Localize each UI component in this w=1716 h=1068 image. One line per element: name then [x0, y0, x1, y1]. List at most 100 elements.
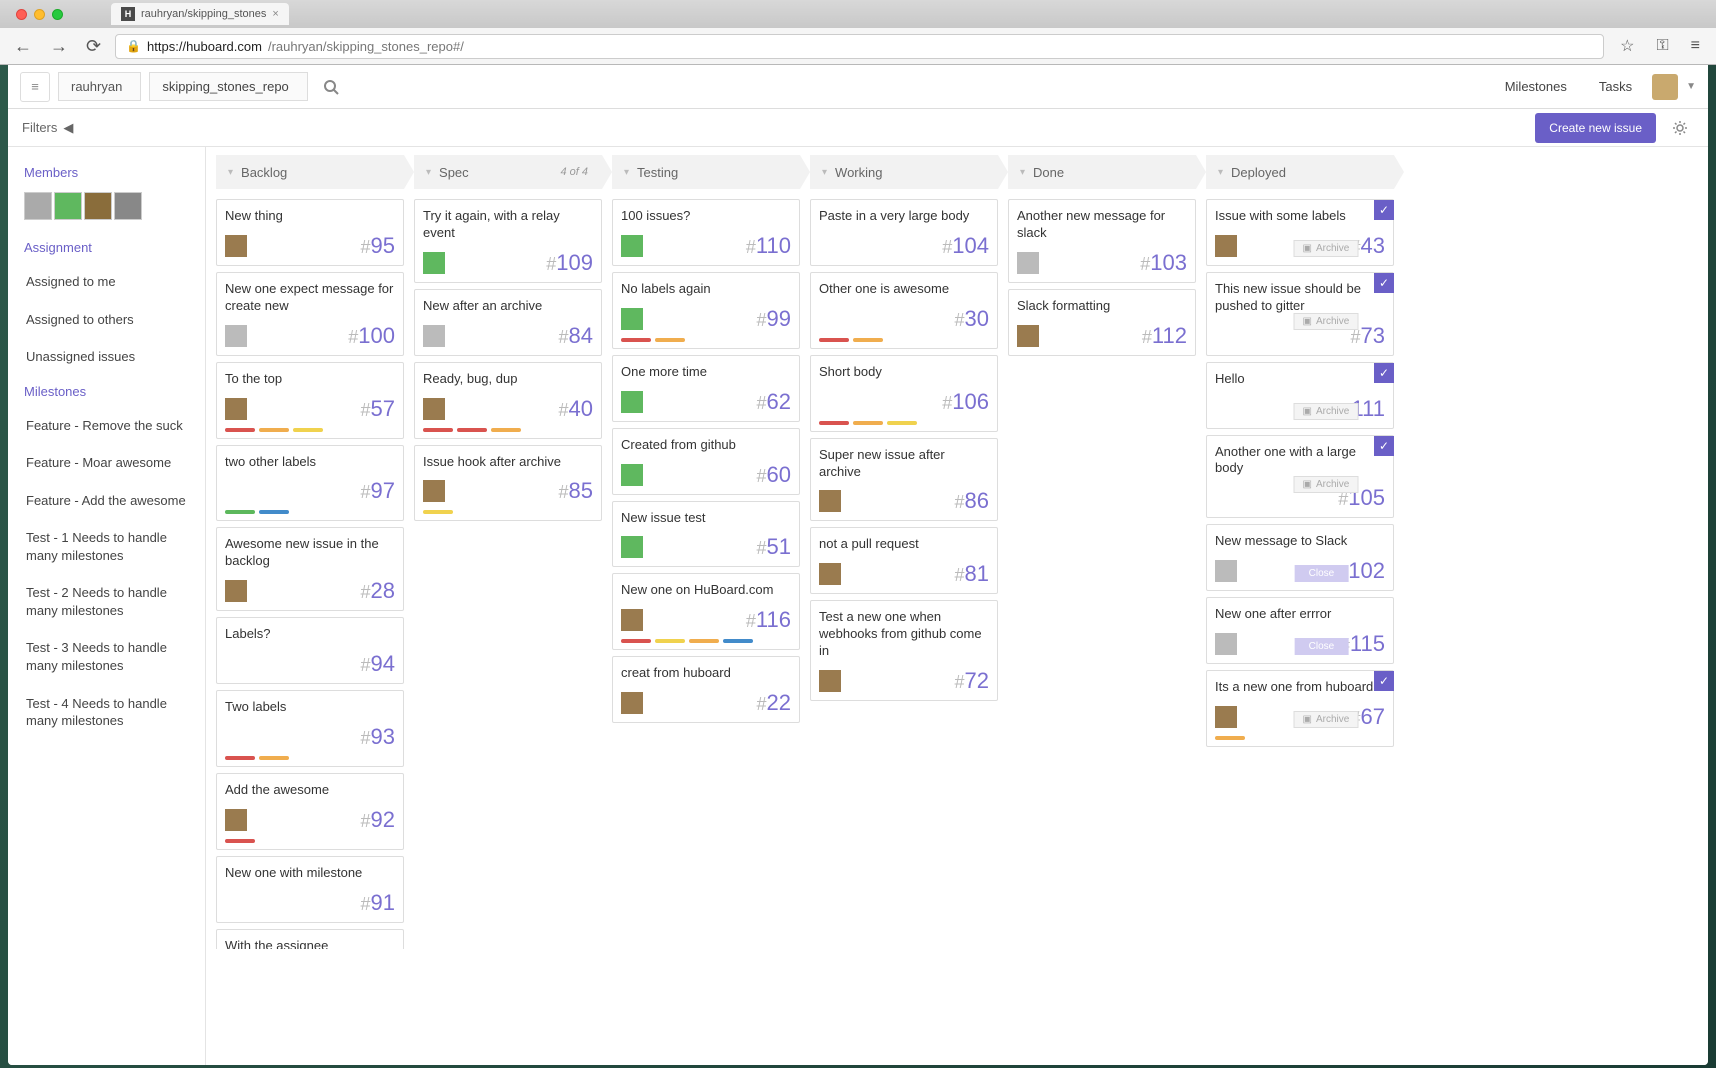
issue-card[interactable]: Labels?#94 [216, 617, 404, 684]
issue-card[interactable]: Short body#106 [810, 355, 998, 432]
issue-card[interactable]: Add the awesome#92 [216, 773, 404, 850]
maximize-window-icon[interactable] [52, 9, 63, 20]
back-button[interactable]: ← [10, 34, 36, 59]
minimize-window-icon[interactable] [34, 9, 45, 20]
menu-button[interactable]: ≡ [20, 72, 50, 102]
issue-card[interactable]: Test a new one when webhooks from github… [810, 600, 998, 701]
assignee-avatar[interactable] [423, 398, 445, 420]
forward-button[interactable]: → [46, 34, 72, 59]
issue-card[interactable]: Super new issue after archive#86 [810, 438, 998, 522]
issue-card[interactable]: Other one is awesome#30 [810, 272, 998, 349]
column-header[interactable]: ▾Testing [612, 155, 800, 189]
member-avatar[interactable] [24, 192, 52, 220]
sidebar-milestone-item[interactable]: Test - 3 Needs to handle many milestones [8, 629, 205, 684]
issue-card[interactable]: not a pull request#81 [810, 527, 998, 594]
sidebar-assignment-item[interactable]: Assigned to others [8, 301, 205, 339]
assignee-avatar[interactable] [819, 670, 841, 692]
extension-icon[interactable]: ⚿ [1650, 35, 1674, 57]
assignee-avatar[interactable] [225, 809, 247, 831]
assignee-avatar[interactable] [423, 325, 445, 347]
archive-button[interactable]: ▣Archive [1294, 240, 1359, 257]
reload-button[interactable]: ⟳ [82, 34, 105, 59]
issue-card[interactable]: Two labels#93 [216, 690, 404, 767]
sidebar-assignment-item[interactable]: Assigned to me [8, 263, 205, 301]
archive-button[interactable]: ▣Archive [1294, 403, 1359, 420]
issue-card[interactable]: creat from huboard#22 [612, 656, 800, 723]
archive-button[interactable]: ▣Archive [1294, 476, 1359, 493]
issue-card[interactable]: Another new message for slack#103 [1008, 199, 1196, 283]
assignee-avatar[interactable] [621, 235, 643, 257]
archive-button[interactable]: ▣Archive [1294, 313, 1359, 330]
issue-card[interactable]: Its a new one from huboard#67✓▣Archive [1206, 670, 1394, 747]
assignee-avatar[interactable] [621, 536, 643, 558]
issue-card[interactable]: To the top#57 [216, 362, 404, 439]
assignee-avatar[interactable] [225, 235, 247, 257]
column-header[interactable]: ▾Backlog [216, 155, 404, 189]
issue-card[interactable]: New after an archive#84 [414, 289, 602, 356]
settings-button[interactable] [1666, 114, 1694, 142]
issue-card[interactable]: Hello#111✓▣Archive [1206, 362, 1394, 429]
assignee-avatar[interactable] [621, 464, 643, 486]
issue-card[interactable]: Slack formatting#112 [1008, 289, 1196, 356]
create-new-issue-button[interactable]: Create new issue [1535, 113, 1656, 143]
user-menu-caret-icon[interactable]: ▼ [1686, 81, 1696, 92]
assignee-avatar[interactable] [423, 252, 445, 274]
archive-button[interactable]: ▣Archive [1294, 711, 1359, 728]
column-header[interactable]: ▾Working [810, 155, 998, 189]
assignee-avatar[interactable] [621, 692, 643, 714]
browser-menu-icon[interactable]: ≡ [1685, 35, 1706, 57]
assignee-avatar[interactable] [225, 325, 247, 347]
issue-card[interactable]: Created from github#60 [612, 428, 800, 495]
assignee-avatar[interactable] [819, 490, 841, 512]
user-avatar[interactable] [1652, 74, 1678, 100]
assignee-avatar[interactable] [1215, 560, 1237, 582]
assignee-avatar[interactable] [423, 480, 445, 502]
sidebar-milestone-item[interactable]: Test - 4 Needs to handle many milestones [8, 685, 205, 740]
breadcrumb-repo[interactable]: skipping_stones_repo [149, 72, 307, 101]
issue-card[interactable]: New message to Slack#102Close [1206, 524, 1394, 591]
issue-card[interactable]: Ready, bug, dup#40 [414, 362, 602, 439]
sidebar-milestone-item[interactable]: Feature - Remove the suck [8, 407, 205, 445]
issue-card[interactable]: Awesome new issue in the backlog#28 [216, 527, 404, 611]
issue-card[interactable]: With the assignee [216, 929, 404, 949]
issue-card[interactable]: Try it again, with a relay event#109 [414, 199, 602, 283]
assignee-avatar[interactable] [1017, 252, 1039, 274]
sidebar-milestone-item[interactable]: Test - 1 Needs to handle many milestones [8, 519, 205, 574]
close-button[interactable]: Close [1295, 638, 1349, 655]
close-button[interactable]: Close [1295, 565, 1349, 582]
member-avatar[interactable] [54, 192, 82, 220]
assignee-avatar[interactable] [1215, 633, 1237, 655]
sidebar-milestone-item[interactable]: Feature - Add the awesome [8, 482, 205, 520]
assignee-avatar[interactable] [225, 398, 247, 420]
column-header[interactable]: ▾Spec4 of 4 [414, 155, 602, 189]
url-field[interactable]: 🔒 https://huboard.com/rauhryan/skipping_… [115, 34, 1604, 59]
issue-card[interactable]: Issue hook after archive#85 [414, 445, 602, 522]
column-header[interactable]: ▾Done [1008, 155, 1196, 189]
issue-card[interactable]: This new issue should be pushed to gitte… [1206, 272, 1394, 356]
bookmark-icon[interactable]: ☆ [1614, 34, 1640, 58]
issue-card[interactable]: No labels again#99 [612, 272, 800, 349]
browser-tab[interactable]: H rauhryan/skipping_stones × [111, 3, 289, 25]
assignee-avatar[interactable] [1215, 706, 1237, 728]
member-avatar[interactable] [114, 192, 142, 220]
assignee-avatar[interactable] [819, 563, 841, 585]
issue-card[interactable]: New one with milestone#91 [216, 856, 404, 923]
sidebar-milestone-item[interactable]: Test - 2 Needs to handle many milestones [8, 574, 205, 629]
issue-card[interactable]: New thing#95 [216, 199, 404, 266]
nav-milestones[interactable]: Milestones [1493, 79, 1579, 94]
nav-tasks[interactable]: Tasks [1587, 79, 1644, 94]
assignee-avatar[interactable] [621, 609, 643, 631]
sidebar-assignment-item[interactable]: Unassigned issues [8, 338, 205, 376]
assignee-avatar[interactable] [621, 308, 643, 330]
issue-card[interactable]: New one expect message for create new#10… [216, 272, 404, 356]
issue-card[interactable]: Paste in a very large body#104 [810, 199, 998, 266]
tab-close-icon[interactable]: × [272, 8, 278, 20]
breadcrumb-owner[interactable]: rauhryan [58, 72, 141, 101]
issue-card[interactable]: New one after errror#115Close [1206, 597, 1394, 664]
issue-card[interactable]: Another one with a large body#105✓▣Archi… [1206, 435, 1394, 519]
member-avatar[interactable] [84, 192, 112, 220]
search-button[interactable] [316, 72, 346, 102]
filters-toggle[interactable]: Filters ◀ [22, 120, 73, 136]
assignee-avatar[interactable] [1017, 325, 1039, 347]
issue-card[interactable]: Issue with some labels#43✓▣Archive [1206, 199, 1394, 266]
